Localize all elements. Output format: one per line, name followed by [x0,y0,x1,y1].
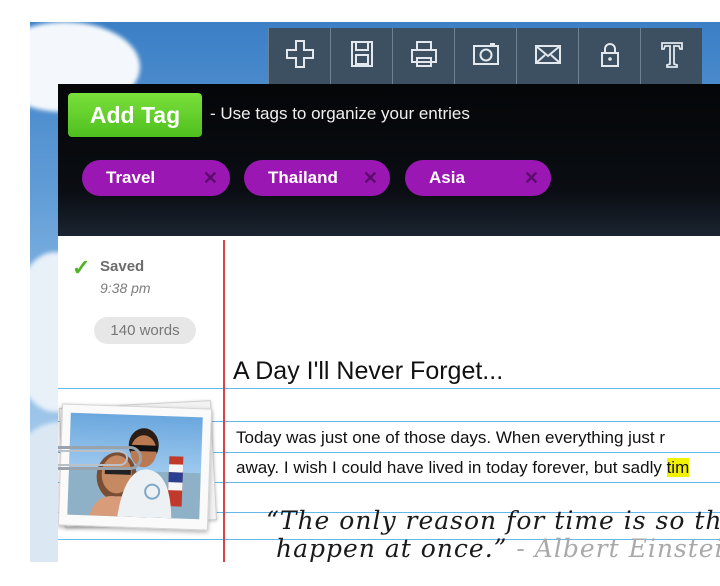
margin-line [223,240,225,562]
entry-text: away. I wish I could have lived in today… [236,458,667,477]
tag-label: Thailand [268,168,338,187]
journal-page: ✓ Saved 9:38 pm 140 words A Day I'll Nev… [58,236,720,562]
entry-title[interactable]: A Day I'll Never Forget... [233,357,503,386]
remove-tag-icon[interactable]: ✕ [524,160,539,196]
tag-label: Travel [106,168,156,187]
word-count-badge: 140 words [94,317,196,344]
envelope-icon [532,38,564,75]
email-button[interactable] [516,28,578,84]
plus-icon [284,38,316,75]
new-entry-button[interactable] [268,28,330,84]
remove-tag-icon[interactable]: ✕ [203,160,218,196]
tag-hint: - Use tags to organize your entries [210,104,470,123]
remove-tag-icon[interactable]: ✕ [363,160,378,196]
quote-author: - Albert Einstei [507,534,720,562]
ruled-line [58,388,720,389]
entry-text-line[interactable]: Today was just one of those days. When e… [236,428,665,448]
print-button[interactable] [392,28,454,84]
tag-asia[interactable]: Asia ✕ [405,160,551,196]
text-format-button[interactable] [640,28,702,84]
saved-time: 9:38 pm [100,280,151,296]
highlighted-text: tim [666,458,690,477]
save-button[interactable] [330,28,392,84]
camera-icon [470,38,502,75]
lock-icon [594,38,626,75]
printer-icon [408,38,440,75]
paperclip-inner [58,450,128,466]
photo-button[interactable] [454,28,516,84]
quote-line[interactable]: happen at once.” - Albert Einstei [276,534,720,562]
floppy-disk-icon [346,38,378,75]
tag-travel[interactable]: Travel ✕ [82,160,230,196]
tag-label: Asia [429,168,465,187]
checkmark-icon: ✓ [72,255,91,280]
quote-text: happen at once.” [276,534,508,562]
add-tag-button[interactable]: Add Tag [68,93,202,137]
tag-bar: Add Tag - Use tags to organize your entr… [58,84,720,236]
quote-line[interactable]: “The only reason for time is so th [266,506,720,535]
entry-text-line[interactable]: away. I wish I could have lived in today… [236,458,690,478]
lock-button[interactable] [578,28,640,84]
tag-thailand[interactable]: Thailand ✕ [244,160,390,196]
toolbar [268,28,720,84]
text-format-icon [656,38,688,75]
saved-status: Saved [100,258,145,275]
